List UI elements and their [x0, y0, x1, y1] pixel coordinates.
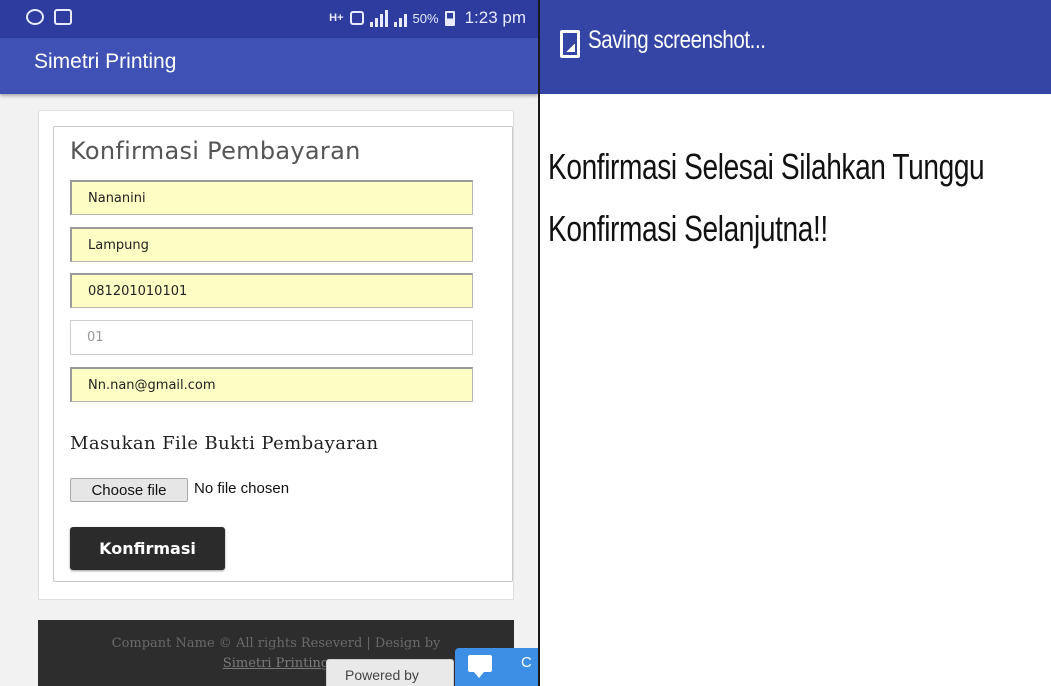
- network-type-label: H+: [329, 12, 344, 24]
- email-field[interactable]: [70, 367, 473, 402]
- battery-percent: 50%: [412, 10, 439, 26]
- whatsapp-icon: [26, 9, 44, 25]
- footer-copyright: Compant Name © All rights Reseverd | Des…: [111, 636, 441, 651]
- left-phone-screen: H+ 50% 1:23 pm Simetri Printing Konfirma…: [0, 0, 538, 686]
- powered-by-badge[interactable]: Powered by: [326, 659, 454, 686]
- choose-file-button[interactable]: Choose file: [70, 478, 188, 502]
- sim-icon: [349, 11, 364, 25]
- footer-link[interactable]: Simetri Printing: [223, 656, 329, 671]
- chat-widget[interactable]: C: [455, 648, 538, 686]
- city-field[interactable]: [70, 227, 473, 262]
- no-file-chosen-label: No file chosen: [194, 480, 290, 497]
- gallery-notification-icon: [54, 9, 72, 25]
- chat-label: C: [521, 654, 532, 671]
- battery-icon: [444, 10, 455, 26]
- clock: 1:23 pm: [464, 8, 526, 27]
- right-phone-screen: Saving screenshot... Konfirmasi Selesai …: [540, 0, 1051, 686]
- saving-screenshot-text: Saving screenshot...: [588, 26, 766, 54]
- powered-by-label: Powered by: [345, 667, 419, 683]
- chat-icon: [468, 655, 492, 678]
- phone-field[interactable]: [70, 273, 473, 308]
- status-bar: H+ 50% 1:23 pm: [0, 0, 538, 38]
- confirmation-done-message: Konfirmasi Selesai Silahkan Tunggu Konfi…: [548, 146, 985, 249]
- app-bar: Simetri Printing: [0, 38, 538, 94]
- signal-strength-2-icon: [393, 9, 407, 27]
- screenshot-icon: [560, 30, 580, 58]
- app-title: Simetri Printing: [34, 50, 177, 73]
- file-upload-heading: Masukan File Bukti Pembayaran: [70, 433, 379, 454]
- code-field[interactable]: [70, 320, 473, 355]
- signal-strength-icon: [369, 9, 388, 27]
- form-title: Konfirmasi Pembayaran: [70, 137, 361, 165]
- name-field[interactable]: [70, 180, 473, 215]
- confirm-button[interactable]: Konfirmasi: [70, 527, 225, 570]
- screenshot-notification-bar: Saving screenshot...: [540, 0, 1051, 94]
